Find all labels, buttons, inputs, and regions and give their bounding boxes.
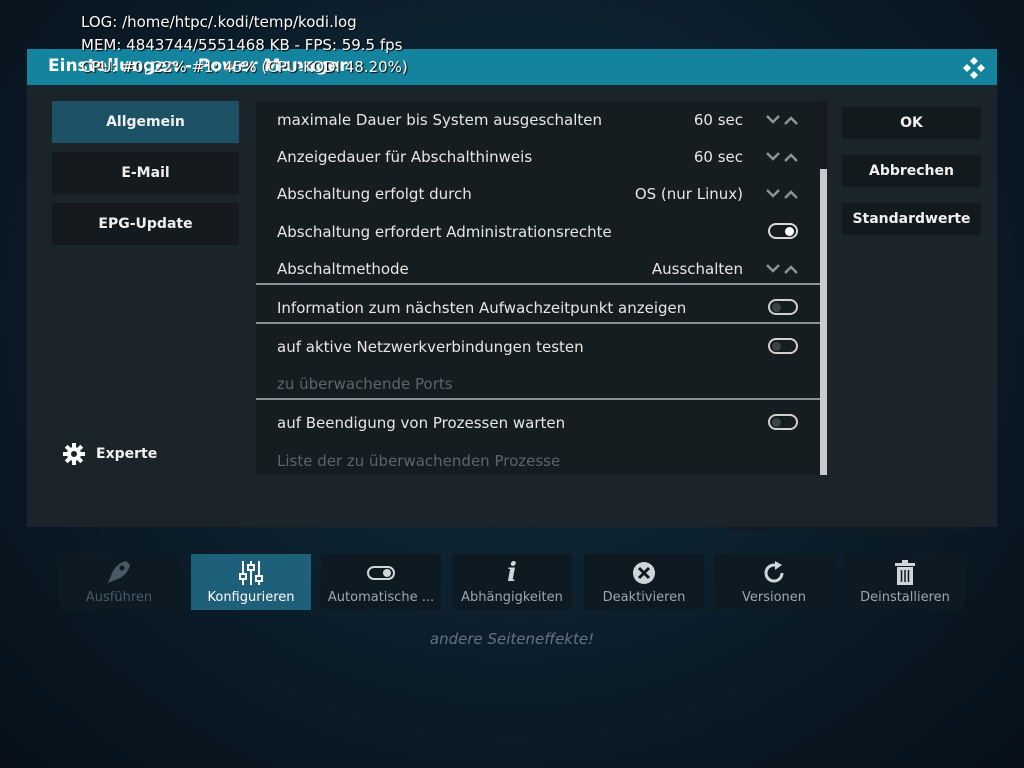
configure-button[interactable]: Konfigurieren [191, 554, 311, 610]
spinner-arrows-icon[interactable] [765, 150, 799, 164]
setting-label: Abschaltung erfordert Administrationsrec… [277, 222, 612, 241]
setting-value: Ausschalten [651, 259, 743, 278]
toggle-switch[interactable] [768, 223, 798, 239]
auto-update-button[interactable]: Automatische ... [321, 554, 441, 610]
setting-value: 60 sec [693, 110, 743, 129]
settings-scrollbar-thumb[interactable] [820, 169, 827, 475]
section-divider [256, 322, 820, 324]
settings-level-button[interactable]: Experte [62, 442, 157, 466]
setting-label: Liste der zu überwachenden Prozesse [277, 451, 561, 470]
setting-requires-admin[interactable]: Abschaltung erfordert Administrationsrec… [256, 213, 820, 250]
sliders-icon [237, 556, 265, 590]
setting-label: auf aktive Netzwerkverbindungen testen [277, 337, 584, 356]
dependencies-button[interactable]: i Abhängigkeiten [452, 554, 572, 610]
spinner-arrows-icon[interactable] [765, 262, 799, 276]
addon-action-bar: Ausführen Konfigurieren Automatische ...… [59, 554, 965, 610]
ok-button-label: OK [900, 115, 923, 131]
category-email-label: E-Mail [121, 165, 170, 181]
spinner-arrows-icon[interactable] [765, 187, 799, 201]
setting-monitored-processes: Liste der zu überwachenden Prozesse [256, 442, 820, 475]
toggle-knob [772, 418, 781, 427]
category-email[interactable]: E-Mail [52, 152, 239, 194]
kodi-logo-icon [963, 57, 985, 79]
category-epg-update[interactable]: EPG-Update [52, 203, 239, 245]
cancel-button-label: Abbrechen [868, 163, 954, 179]
run-label: Ausführen [85, 590, 153, 605]
refresh-icon [761, 556, 787, 590]
cancel-button[interactable]: Abbrechen [842, 155, 981, 187]
setting-label: Information zum nächsten Aufwachzeitpunk… [277, 298, 687, 317]
setting-label: Abschaltmethode [277, 259, 409, 278]
toggle-switch[interactable] [768, 414, 798, 430]
defaults-button[interactable]: Standardwerte [842, 203, 981, 235]
setting-label: auf Beendigung von Prozessen warten [277, 413, 566, 432]
defaults-button-label: Standardwerte [852, 211, 971, 227]
category-epg-update-label: EPG-Update [98, 216, 193, 232]
configure-label: Konfigurieren [207, 590, 295, 605]
settings-level-label: Experte [96, 446, 158, 462]
debug-log-path: LOG: /home/htpc/.kodi/temp/kodi.log [81, 13, 357, 31]
toggle-knob [772, 303, 781, 312]
versions-label: Versionen [741, 590, 807, 605]
versions-button[interactable]: Versionen [714, 554, 834, 610]
setting-label: zu überwachende Ports [277, 374, 453, 393]
setting-max-shutdown-duration[interactable]: maximale Dauer bis System ausgeschalten … [256, 101, 820, 138]
trash-icon [894, 556, 916, 590]
uninstall-label: Deinstallieren [860, 590, 950, 605]
debug-cpu-usage: CPU: #0: 22% #1: 45% (CPU-KODI 48.20%) [81, 58, 408, 76]
setting-label: Anzeigedauer für Abschalthinweis [277, 147, 533, 166]
setting-shutdown-notice-duration[interactable]: Anzeigedauer für Abschalthinweis 60 sec [256, 138, 820, 175]
ok-button[interactable]: OK [842, 107, 981, 139]
setting-shutdown-by[interactable]: Abschaltung erfolgt durch OS (nur Linux) [256, 175, 820, 212]
setting-check-network-connections[interactable]: auf aktive Netzwerkverbindungen testen [256, 328, 820, 365]
toggle-icon [367, 556, 395, 590]
setting-value: 60 sec [693, 147, 743, 166]
setting-show-next-wakeup[interactable]: Information zum nächsten Aufwachzeitpunk… [256, 289, 820, 326]
setting-label: Abschaltung erfolgt durch [277, 184, 472, 203]
setting-label: maximale Dauer bis System ausgeschalten [277, 110, 603, 129]
toggle-switch[interactable] [768, 299, 798, 315]
addon-description-tagline: andere Seiteneffekte! [429, 630, 595, 648]
setting-value: OS (nur Linux) [634, 184, 743, 203]
rocket-icon [106, 556, 132, 590]
setting-wait-for-processes[interactable]: auf Beendigung von Prozessen warten [256, 404, 820, 441]
auto-update-label: Automatische ... [327, 590, 435, 605]
setting-shutdown-method[interactable]: Abschaltmethode Ausschalten [256, 250, 820, 287]
setting-monitored-ports: zu überwachende Ports [256, 365, 820, 402]
settings-dialog: Einstellungen - Power Manager Allgemein … [27, 49, 997, 527]
category-general-label: Allgemein [106, 114, 185, 130]
disable-button[interactable]: Deaktivieren [584, 554, 704, 610]
run-button[interactable]: Ausführen [59, 554, 179, 610]
section-divider [256, 398, 820, 400]
uninstall-button[interactable]: Deinstallieren [845, 554, 965, 610]
toggle-knob [785, 227, 794, 236]
debug-memory-fps: MEM: 4843744/5551468 KB - FPS: 59.5 fps [81, 36, 403, 54]
toggle-knob [772, 342, 781, 351]
dependencies-label: Abhängigkeiten [461, 590, 563, 605]
info-icon: i [507, 558, 517, 588]
close-circle-icon [632, 556, 656, 590]
disable-label: Deaktivieren [602, 590, 686, 605]
settings-list: maximale Dauer bis System ausgeschalten … [256, 101, 820, 475]
gear-icon [63, 443, 85, 465]
toggle-switch[interactable] [768, 338, 798, 354]
category-general[interactable]: Allgemein [52, 101, 239, 143]
section-divider [256, 283, 820, 285]
spinner-arrows-icon[interactable] [765, 113, 799, 127]
